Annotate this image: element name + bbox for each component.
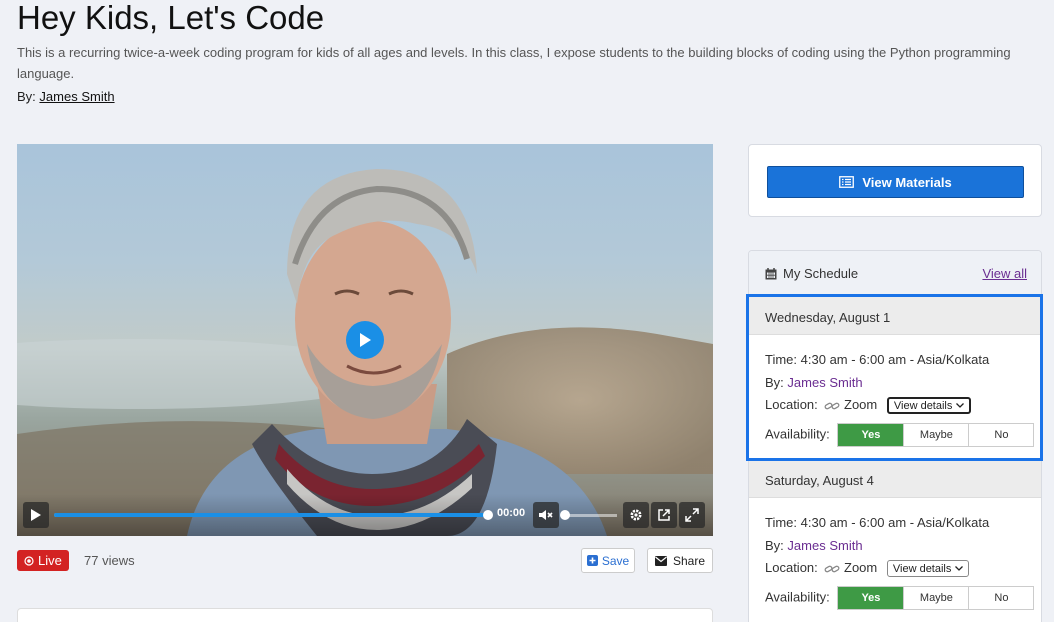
link-icon [824, 565, 840, 572]
page-title: Hey Kids, Let's Code [17, 0, 325, 36]
availability-maybe[interactable]: Maybe [903, 587, 969, 609]
link-icon [824, 402, 840, 409]
by-row: By: James Smith [765, 375, 863, 390]
time-value: 4:30 am - 6:00 am - Asia/Kolkata [800, 352, 990, 367]
day-date: Saturday, August 4 [749, 459, 1041, 498]
by-row: By: James Smith [765, 538, 863, 553]
availability-no[interactable]: No [968, 587, 1034, 609]
time-row: Time: 4:30 am - 6:00 am - Asia/Kolkata [765, 515, 989, 530]
volume-slider[interactable] [560, 510, 617, 520]
availability-no[interactable]: No [968, 424, 1034, 446]
time-value: 4:30 am - 6:00 am - Asia/Kolkata [800, 515, 990, 530]
time-label: Time: [765, 352, 798, 367]
availability-label: Availability: [765, 426, 830, 442]
instructor-link[interactable]: James Smith [787, 538, 862, 553]
progress-knob[interactable] [483, 510, 493, 520]
mute-button[interactable] [533, 502, 559, 528]
location-row: Location: Zoom View details [765, 560, 970, 578]
day-date: Wednesday, August 1 [749, 296, 1041, 335]
location-value: Zoom [844, 560, 878, 575]
availability-label: Availability: [765, 589, 830, 605]
current-time: 00:00 [497, 507, 526, 519]
view-materials-button[interactable]: View Materials [767, 166, 1024, 198]
gear-icon [630, 509, 642, 521]
calendar-icon [765, 267, 777, 279]
availability-toggle: Yes Maybe No [837, 423, 1035, 447]
time-row: Time: 4:30 am - 6:00 am - Asia/Kolkata [765, 352, 989, 367]
time-label: Time: [765, 515, 798, 530]
popout-button[interactable] [651, 502, 677, 528]
video-player[interactable]: 00:00 [17, 144, 713, 536]
play-overlay-button[interactable] [346, 321, 384, 359]
save-button[interactable]: Save [581, 548, 635, 573]
view-details-label: View details [893, 399, 953, 412]
plus-square-icon [586, 555, 598, 566]
volume-knob[interactable] [560, 510, 570, 520]
schedule-title-label: My Schedule [783, 266, 859, 281]
view-details-button[interactable]: View details [886, 397, 972, 415]
play-icon [31, 509, 41, 521]
location-value: Zoom [844, 397, 878, 412]
view-details-label: View details [892, 562, 952, 575]
schedule-header: My Schedule View all [749, 251, 1041, 296]
instructor-link[interactable]: James Smith [39, 89, 114, 104]
by-label: By: [17, 89, 36, 104]
schedule-day: Saturday, August 4 Time: 4:30 am - 6:00 … [749, 459, 1041, 622]
location-label: Location: [765, 560, 818, 575]
envelope-icon [654, 555, 667, 566]
course-description: This is a recurring twice-a-week coding … [17, 45, 1011, 81]
progress-fill [54, 513, 488, 517]
live-badge[interactable]: Live [17, 550, 69, 571]
progress-bar[interactable] [54, 510, 493, 520]
byline: By: James Smith [17, 89, 115, 104]
view-count: 77 views [84, 553, 135, 568]
play-button[interactable] [23, 502, 49, 528]
share-button[interactable]: Share [647, 548, 713, 573]
schedule-card: My Schedule View all Wednesday, August 1… [748, 250, 1042, 622]
list-icon [839, 176, 855, 188]
external-link-icon [658, 509, 670, 521]
chevron-down-icon [955, 566, 964, 571]
schedule-title: My Schedule [765, 266, 858, 281]
availability-row: Availability: Yes Maybe No [765, 586, 1035, 610]
by-label: By: [765, 375, 784, 390]
availability-yes[interactable]: Yes [838, 424, 904, 446]
availability-toggle: Yes Maybe No [837, 586, 1035, 610]
share-label: Share [672, 553, 706, 568]
availability-row: Availability: Yes Maybe No [765, 423, 1035, 447]
settings-button[interactable] [623, 502, 649, 528]
by-label: By: [765, 538, 784, 553]
availability-maybe[interactable]: Maybe [903, 424, 969, 446]
view-details-button[interactable]: View details [886, 560, 970, 578]
live-dot-icon [24, 555, 34, 566]
save-label: Save [601, 553, 630, 568]
mute-icon [539, 510, 553, 520]
view-materials-label: View Materials [862, 174, 952, 190]
expand-icon [685, 508, 699, 522]
availability-yes[interactable]: Yes [838, 587, 904, 609]
view-all-link[interactable]: View all [982, 266, 1027, 281]
materials-card: View Materials [748, 144, 1042, 217]
play-icon [360, 333, 371, 347]
location-row: Location: Zoom View details [765, 397, 972, 415]
location-label: Location: [765, 397, 818, 412]
instructor-link[interactable]: James Smith [787, 375, 862, 390]
fullscreen-button[interactable] [679, 502, 705, 528]
content-card [17, 608, 713, 622]
schedule-day: Wednesday, August 1 Time: 4:30 am - 6:00… [749, 296, 1041, 461]
live-label: Live [38, 553, 62, 568]
video-controls: 00:00 [17, 494, 713, 536]
chevron-down-icon [956, 403, 965, 408]
